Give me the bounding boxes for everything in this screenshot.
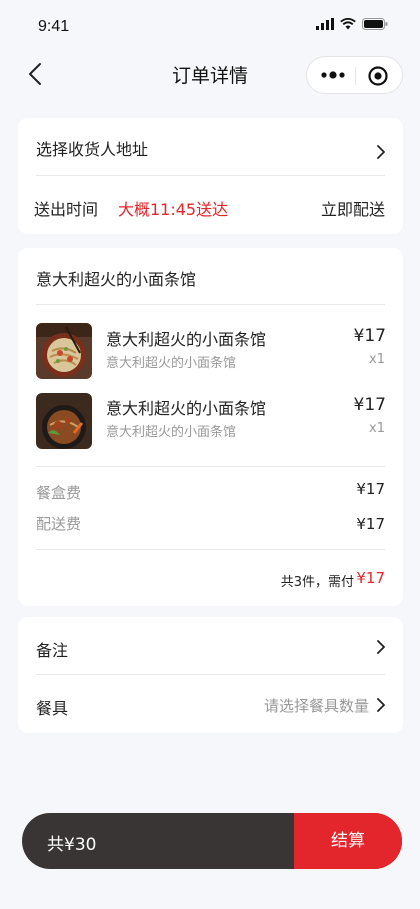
status-time: 9:41 [38,18,70,35]
divider [36,549,385,550]
item-qty: x1 [369,352,385,367]
chevron-right-icon[interactable] [376,144,386,160]
utensil-select[interactable]: 请选择餐具数量 [264,695,369,716]
delivery-time-value: 大概11:45送达 [118,200,229,219]
signal-icon [316,18,334,30]
fee-label: 餐盒费 [36,484,82,502]
order-card: 意大利超火的小面条馆 意大利超火的小面条馆 意大利超火的小面条馆 ¥17 x1 … [18,248,403,606]
remark-label[interactable]: 备注 [36,637,68,661]
store-name: 意大利超火的小面条馆 [36,270,197,289]
food-image [36,323,92,379]
checkout-total: 共¥30 [47,835,97,855]
order-summary-label: 共3件，需付 [280,575,354,590]
address-card: 选择收货人地址 送出时间 大概11:45送达 立即配送 [18,118,403,234]
fee-value: ¥17 [356,515,385,533]
more-icon[interactable] [320,66,346,84]
wifi-icon [340,18,356,30]
item-qty: x1 [369,421,385,436]
status-bar: 9:41 [0,0,420,52]
extras-card: 备注 餐具 请选择餐具数量 [18,617,403,733]
divider [36,466,385,467]
order-summary-value: ¥17 [356,569,385,587]
battery-icon [362,18,388,30]
close-target-icon[interactable] [367,65,389,87]
utensil-label: 餐具 [36,699,69,718]
status-icons [316,18,388,30]
divider [36,674,385,675]
food-image [36,393,92,449]
item-name: 意大利超火的小面条馆 [106,330,267,349]
divider [36,175,385,176]
item-price: ¥17 [353,395,386,415]
chevron-right-icon[interactable] [376,639,386,655]
delivery-mode[interactable]: 立即配送 [321,196,385,220]
select-address-label[interactable]: 选择收货人地址 [36,136,148,160]
item-name: 意大利超火的小面条馆 [106,399,267,418]
item-desc: 意大利超火的小面条馆 [106,425,237,440]
checkout-bar: 共¥30 结算 [22,813,402,869]
fee-value: ¥17 [356,480,385,498]
fee-label: 配送费 [36,515,82,533]
delivery-time-label: 送出时间 [34,200,99,219]
item-price: ¥17 [353,326,386,346]
divider [36,304,385,305]
mini-program-capsule [306,56,403,94]
checkout-button[interactable]: 结算 [294,813,402,869]
chevron-right-icon[interactable] [376,697,386,713]
nav-bar: 订单详情 [0,52,420,96]
capsule-divider [355,67,356,85]
item-desc: 意大利超火的小面条馆 [106,356,237,371]
